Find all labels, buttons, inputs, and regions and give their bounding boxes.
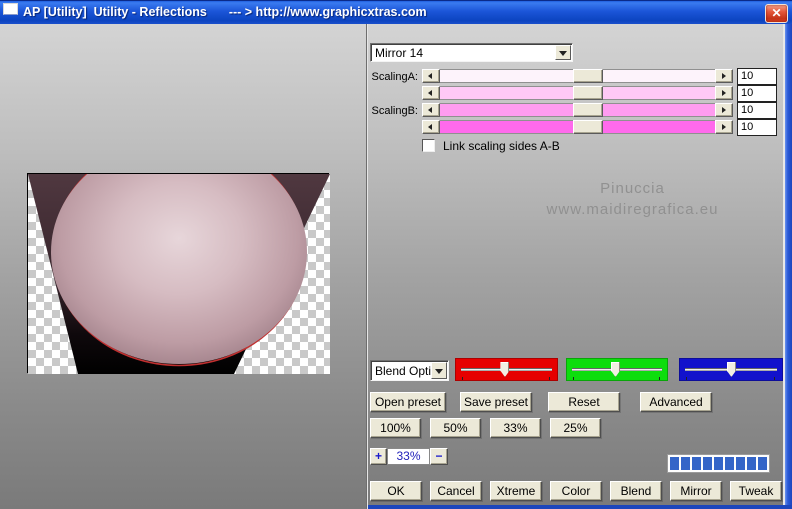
progress-segment bbox=[692, 457, 701, 470]
plugin-dialog-window: AP [Utility] Utility - Reflections --- > … bbox=[0, 0, 792, 509]
scaling-b1-value[interactable]: 10 bbox=[737, 102, 777, 119]
scaling-a1-right-arrow[interactable] bbox=[715, 69, 733, 83]
progress-segment bbox=[725, 457, 734, 470]
scaling-a2-right-arrow[interactable] bbox=[715, 86, 733, 100]
progress-segment bbox=[758, 457, 767, 470]
zoom-25-button[interactable]: 25% bbox=[550, 418, 601, 438]
window-border-bottom bbox=[366, 505, 792, 509]
scaling-b1-right-arrow[interactable] bbox=[715, 103, 733, 117]
scaling-a1-value[interactable]: 10 bbox=[737, 68, 777, 85]
window-title: AP [Utility] Utility - Reflections --- > … bbox=[23, 5, 427, 19]
slider-tick bbox=[573, 377, 574, 380]
slider-tick bbox=[773, 377, 775, 380]
chevron-down-icon bbox=[435, 368, 443, 374]
scaling-a1-thumb[interactable] bbox=[573, 69, 603, 83]
green-channel-slider[interactable] bbox=[566, 358, 668, 381]
reset-button[interactable]: Reset bbox=[548, 392, 620, 412]
scaling-b1-left-arrow[interactable] bbox=[422, 103, 440, 117]
progress-segment bbox=[670, 457, 679, 470]
scaling-b2-thumb[interactable] bbox=[573, 120, 603, 134]
progress-segment bbox=[747, 457, 756, 470]
zoom-out-button[interactable]: − bbox=[430, 448, 448, 465]
scaling-b1-thumb[interactable] bbox=[573, 103, 603, 117]
zoom-in-button[interactable]: + bbox=[370, 448, 387, 465]
save-preset-button[interactable]: Save preset bbox=[460, 392, 532, 412]
arrow-left-icon bbox=[428, 90, 432, 96]
zoom-50-button[interactable]: 50% bbox=[430, 418, 481, 438]
scaling-a2-left-arrow[interactable] bbox=[422, 86, 440, 100]
scaling-a2-thumb[interactable] bbox=[573, 86, 603, 100]
scaling-a1-left-arrow[interactable] bbox=[422, 69, 440, 83]
scaling-b1-slider[interactable] bbox=[422, 103, 733, 117]
link-scaling-checkbox[interactable] bbox=[422, 139, 435, 152]
scaling-a2-value[interactable]: 10 bbox=[737, 85, 777, 102]
scaling-b-label: ScalingB: bbox=[371, 105, 418, 117]
watermark-line1: Pinuccia bbox=[600, 180, 665, 197]
panel-divider bbox=[366, 24, 368, 509]
arrow-left-icon bbox=[428, 107, 432, 113]
arrow-right-icon bbox=[722, 73, 726, 79]
zoom-100-button[interactable]: 100% bbox=[370, 418, 421, 438]
cancel-button[interactable]: Cancel bbox=[430, 481, 482, 501]
tweak-button[interactable]: Tweak bbox=[730, 481, 782, 501]
preview-image bbox=[27, 137, 330, 374]
mirror-select-value: Mirror 14 bbox=[375, 46, 424, 60]
window-border-right bbox=[785, 24, 792, 509]
window-title-left: AP [Utility] Utility - Reflections bbox=[23, 5, 207, 19]
slider-tick bbox=[548, 377, 550, 380]
chevron-down-icon bbox=[559, 50, 567, 56]
zoom-level-value[interactable]: 33% bbox=[387, 448, 430, 465]
mirror-button[interactable]: Mirror bbox=[670, 481, 722, 501]
preview-render bbox=[28, 137, 330, 374]
arrow-right-icon bbox=[722, 107, 726, 113]
xtreme-button[interactable]: Xtreme bbox=[490, 481, 542, 501]
progress-segment bbox=[703, 457, 712, 470]
title-bar[interactable]: AP [Utility] Utility - Reflections --- > … bbox=[0, 0, 792, 24]
advanced-button[interactable]: Advanced bbox=[640, 392, 712, 412]
open-preset-button[interactable]: Open preset bbox=[370, 392, 446, 412]
color-button[interactable]: Color bbox=[550, 481, 602, 501]
blend-button[interactable]: Blend bbox=[610, 481, 662, 501]
scaling-a1-slider[interactable] bbox=[422, 69, 733, 83]
slider-tick bbox=[462, 377, 464, 380]
blend-options-select[interactable]: Blend Optio bbox=[370, 360, 449, 381]
progress-segment bbox=[714, 457, 723, 470]
window-title-url: --- > http://www.graphicxtras.com bbox=[228, 5, 427, 19]
arrow-left-icon bbox=[428, 73, 432, 79]
close-button[interactable]: ✕ bbox=[765, 4, 788, 23]
app-icon bbox=[3, 3, 18, 15]
blue-slider-thumb[interactable] bbox=[726, 362, 736, 377]
zoom-33-button[interactable]: 33% bbox=[490, 418, 541, 438]
mirror-select-dropdown-button[interactable] bbox=[555, 45, 571, 60]
scaling-a-label: ScalingA: bbox=[371, 71, 418, 83]
scaling-b2-left-arrow[interactable] bbox=[422, 120, 440, 134]
watermark-line2: www.maidiregrafica.eu bbox=[546, 201, 719, 218]
progress-segment bbox=[736, 457, 745, 470]
scaling-b2-value[interactable]: 10 bbox=[737, 119, 777, 136]
blend-options-value: Blend Optio bbox=[375, 364, 431, 378]
scaling-a2-slider[interactable] bbox=[422, 86, 733, 100]
scaling-b2-slider[interactable] bbox=[422, 120, 733, 134]
slider-tick bbox=[686, 377, 688, 380]
link-scaling-label: Link scaling sides A-B bbox=[443, 139, 560, 153]
ok-button[interactable]: OK bbox=[370, 481, 422, 501]
watermark-text: Pinuccia www.maidiregrafica.eu bbox=[520, 178, 745, 220]
mirror-select[interactable]: Mirror 14 bbox=[370, 43, 573, 62]
red-channel-slider[interactable] bbox=[455, 358, 558, 381]
slider-tick bbox=[659, 377, 660, 380]
red-slider-thumb[interactable] bbox=[500, 362, 510, 377]
progress-segment bbox=[681, 457, 690, 470]
blue-channel-slider[interactable] bbox=[679, 358, 783, 381]
arrow-left-icon bbox=[428, 124, 432, 130]
progress-bar bbox=[667, 454, 770, 473]
arrow-right-icon bbox=[722, 124, 726, 130]
arrow-right-icon bbox=[722, 90, 726, 96]
green-slider-thumb[interactable] bbox=[611, 362, 620, 377]
blend-options-dropdown-button[interactable] bbox=[431, 362, 447, 379]
scaling-b2-right-arrow[interactable] bbox=[715, 120, 733, 134]
